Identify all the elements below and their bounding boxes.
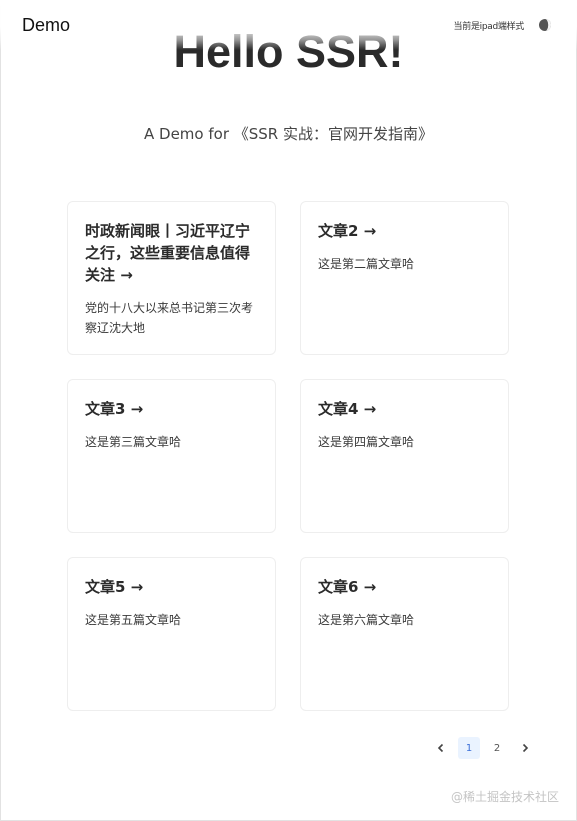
article-description: 党的十八大以来总书记第三次考察辽沈大地 [85, 301, 254, 335]
article-card[interactable]: 时政新闻眼丨习近平辽宁之行，这些重要信息值得关注 → 党的十八大以来总书记第三次… [67, 201, 276, 355]
article-card[interactable]: 文章5 → 这是第五篇文章哈 [67, 557, 276, 711]
page-button-1[interactable]: 1 [458, 737, 480, 759]
brand-link[interactable]: Demo [22, 15, 70, 36]
chevron-right-icon[interactable] [515, 737, 535, 759]
watermark: @稀土掘金技术社区 [450, 790, 559, 804]
moon-icon[interactable] [538, 17, 552, 31]
article-title[interactable]: 时政新闻眼丨习近平辽宁之行，这些重要信息值得关注 → [85, 220, 263, 286]
device-mode-text: 当前是ipad端样式 [453, 22, 525, 32]
article-description: 这是第六篇文章哈 [318, 613, 415, 627]
chevron-left-icon[interactable] [431, 737, 451, 759]
article-title[interactable]: 文章5 → [85, 576, 263, 598]
article-title[interactable]: 文章3 → [85, 398, 263, 420]
article-title[interactable]: 文章2 → [318, 220, 496, 242]
hero-subtitle: A Demo for 《SSR 实战：官网开发指南》 [144, 125, 433, 143]
article-title[interactable]: 文章6 → [318, 576, 496, 598]
article-card[interactable]: 文章3 → 这是第三篇文章哈 [67, 379, 276, 533]
article-card[interactable]: 文章2 → 这是第二篇文章哈 [300, 201, 509, 355]
article-card[interactable]: 文章6 → 这是第六篇文章哈 [300, 557, 509, 711]
article-card[interactable]: 文章4 → 这是第四篇文章哈 [300, 379, 509, 533]
article-description: 这是第五篇文章哈 [85, 613, 182, 627]
article-description: 这是第四篇文章哈 [318, 435, 415, 449]
article-description: 这是第二篇文章哈 [318, 257, 415, 271]
article-title[interactable]: 文章4 → [318, 398, 496, 420]
article-description: 这是第三篇文章哈 [85, 435, 182, 449]
page-button-2[interactable]: 2 [486, 737, 508, 759]
top-header: Demo 当前是ipad端样式 [0, 0, 577, 50]
